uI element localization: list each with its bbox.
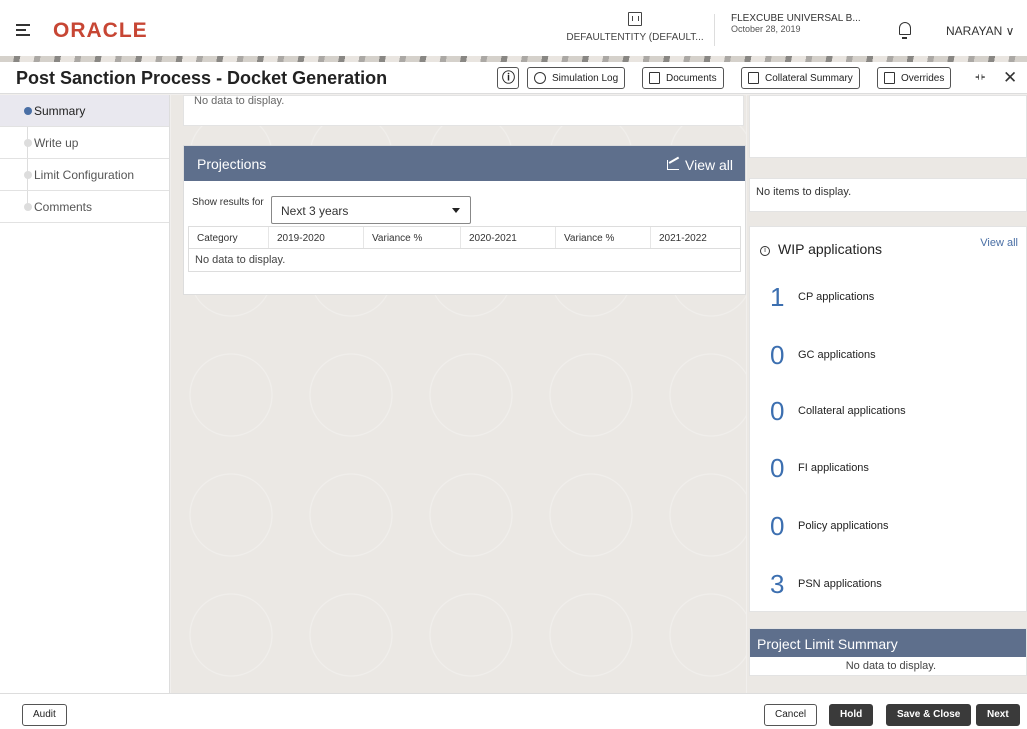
nav-dot-icon: [24, 139, 32, 147]
wip-label: PSN applications: [798, 578, 882, 590]
simulation-log-label: Simulation Log: [552, 72, 619, 84]
wip-label: FI applications: [798, 462, 869, 474]
close-icon[interactable]: ✕: [1003, 68, 1017, 88]
left-navigation: Summary Write up Limit Configuration Com…: [0, 95, 170, 693]
wip-row-fi[interactable]: 0 FI applications: [770, 448, 869, 488]
right-top-card: [749, 95, 1027, 158]
entity-label: DEFAULTENTITY (DEFAULT...: [566, 32, 704, 43]
table-column-header: 2021-2022: [659, 233, 707, 244]
wip-count: 0: [770, 452, 785, 483]
document-icon: [649, 72, 660, 84]
projections-view-all[interactable]: View all: [667, 157, 733, 173]
page-title: Post Sanction Process - Docket Generatio…: [16, 68, 388, 88]
items-empty-text: No items to display.: [756, 186, 852, 198]
overrides-label: Overrides: [901, 72, 945, 84]
collateral-icon: [748, 72, 759, 84]
wip-label: CP applications: [798, 291, 875, 303]
wip-title-label: WIP applications: [778, 241, 883, 257]
info-icon: i: [760, 246, 770, 256]
collateral-summary-button[interactable]: Collateral Summary: [741, 67, 860, 89]
table-column-header: Variance %: [556, 227, 651, 248]
next-button[interactable]: Next: [976, 704, 1020, 726]
simulation-log-button[interactable]: Simulation Log: [527, 67, 626, 89]
info-button[interactable]: ⓘ: [497, 67, 519, 89]
entity-selector[interactable]: DEFAULTENTITY (DEFAULT...: [560, 12, 710, 43]
simulation-icon: [534, 72, 546, 84]
nav-item-label: Limit Configuration: [34, 168, 135, 182]
overrides-icon: [884, 72, 895, 84]
chart-icon: [667, 160, 679, 170]
nav-item-limit-configuration[interactable]: Limit Configuration: [0, 159, 169, 191]
wip-applications-card: i WIP applications View all 1 CP applicat…: [749, 226, 1027, 612]
overrides-button[interactable]: Overrides: [877, 67, 952, 89]
nav-dot-icon: [24, 171, 32, 179]
collapse-icon[interactable]: ⌟⌞ ⌝⌜: [975, 70, 986, 87]
wip-row-cp[interactable]: 1 CP applications: [770, 277, 874, 317]
wip-label: GC applications: [798, 349, 876, 361]
wip-count: 3: [770, 568, 785, 599]
top-card-empty-text: No data to display.: [194, 95, 285, 107]
title-bar: Post Sanction Process - Docket Generatio…: [0, 62, 1027, 94]
audit-button[interactable]: Audit: [22, 704, 67, 726]
nav-item-summary[interactable]: Summary: [0, 95, 169, 127]
project-limit-summary-title: Project Limit Summary: [750, 629, 1026, 657]
wip-count: 0: [770, 510, 785, 541]
table-empty-text: No data to display.: [195, 254, 286, 266]
user-menu[interactable]: NARAYAN ∨: [946, 24, 1014, 38]
wip-label: Policy applications: [798, 520, 889, 532]
nav-item-label: Summary: [34, 104, 86, 118]
header-divider: [714, 14, 715, 46]
documents-button[interactable]: Documents: [642, 67, 724, 89]
wip-label: Collateral applications: [798, 405, 906, 417]
oracle-logo: ORACLE: [53, 19, 148, 42]
table-column-header: 2019-2020: [269, 227, 364, 248]
nav-item-label: Comments: [34, 200, 93, 214]
documents-label: Documents: [666, 72, 717, 84]
save-close-button[interactable]: Save & Close: [886, 704, 972, 726]
period-select[interactable]: Next 3 years: [271, 196, 471, 224]
projections-card: Projections View all Show results for Ne…: [183, 145, 746, 295]
wip-row-collateral[interactable]: 0 Collateral applications: [770, 391, 906, 431]
projections-header: Projections View all: [184, 146, 745, 181]
nav-item-label: Write up: [34, 136, 79, 150]
hold-button[interactable]: Hold: [829, 704, 874, 726]
items-card: No items to display.: [749, 178, 1027, 212]
show-results-label: Show results for: [192, 197, 264, 208]
table-column-header: Variance %: [364, 227, 461, 248]
projections-title: Projections: [197, 156, 267, 172]
cancel-button[interactable]: Cancel: [764, 704, 818, 726]
projections-table: Category 2019-2020 Variance % 2020-2021 …: [188, 226, 741, 272]
building-icon: [628, 12, 642, 26]
app-info[interactable]: FLEXCUBE UNIVERSAL B... October 28, 2019: [731, 13, 861, 35]
period-select-value: Next 3 years: [281, 204, 349, 218]
caret-down-icon: [452, 208, 460, 213]
top-card: No data to display.: [183, 95, 744, 126]
hamburger-menu-icon[interactable]: [16, 24, 30, 36]
wip-title: i WIP applications: [760, 241, 882, 257]
wip-view-all-link[interactable]: View all: [980, 237, 1018, 249]
wip-row-psn[interactable]: 3 PSN applications: [770, 564, 882, 604]
nav-dot-icon: [24, 107, 32, 115]
footer-bar: Audit Cancel Hold Save & Close Next: [0, 693, 1027, 729]
collateral-summary-label: Collateral Summary: [765, 72, 853, 84]
view-all-label: View all: [685, 157, 733, 173]
nav-item-write-up[interactable]: Write up: [0, 127, 169, 159]
project-limit-summary-card: Project Limit Summary No data to display…: [749, 628, 1027, 676]
app-name: FLEXCUBE UNIVERSAL B...: [731, 13, 861, 24]
table-column-header: Category: [189, 227, 269, 248]
wip-count: 0: [770, 395, 785, 426]
info-icon: ⓘ: [502, 70, 516, 85]
nav-dot-icon: [24, 203, 32, 211]
wip-row-policy[interactable]: 0 Policy applications: [770, 506, 889, 546]
project-limit-empty-text: No data to display.: [845, 660, 936, 672]
wip-count: 1: [770, 281, 785, 312]
table-header-row: Category 2019-2020 Variance % 2020-2021 …: [189, 227, 740, 249]
table-column-header: 2020-2021: [461, 227, 556, 248]
app-date: October 28, 2019: [731, 24, 801, 34]
app-header: ORACLE DEFAULTENTITY (DEFAULT... FLEXCUB…: [0, 0, 1027, 56]
wip-count: 0: [770, 339, 785, 370]
nav-item-comments[interactable]: Comments: [0, 191, 169, 223]
bell-icon[interactable]: [899, 22, 911, 39]
wip-row-gc[interactable]: 0 GC applications: [770, 335, 876, 375]
